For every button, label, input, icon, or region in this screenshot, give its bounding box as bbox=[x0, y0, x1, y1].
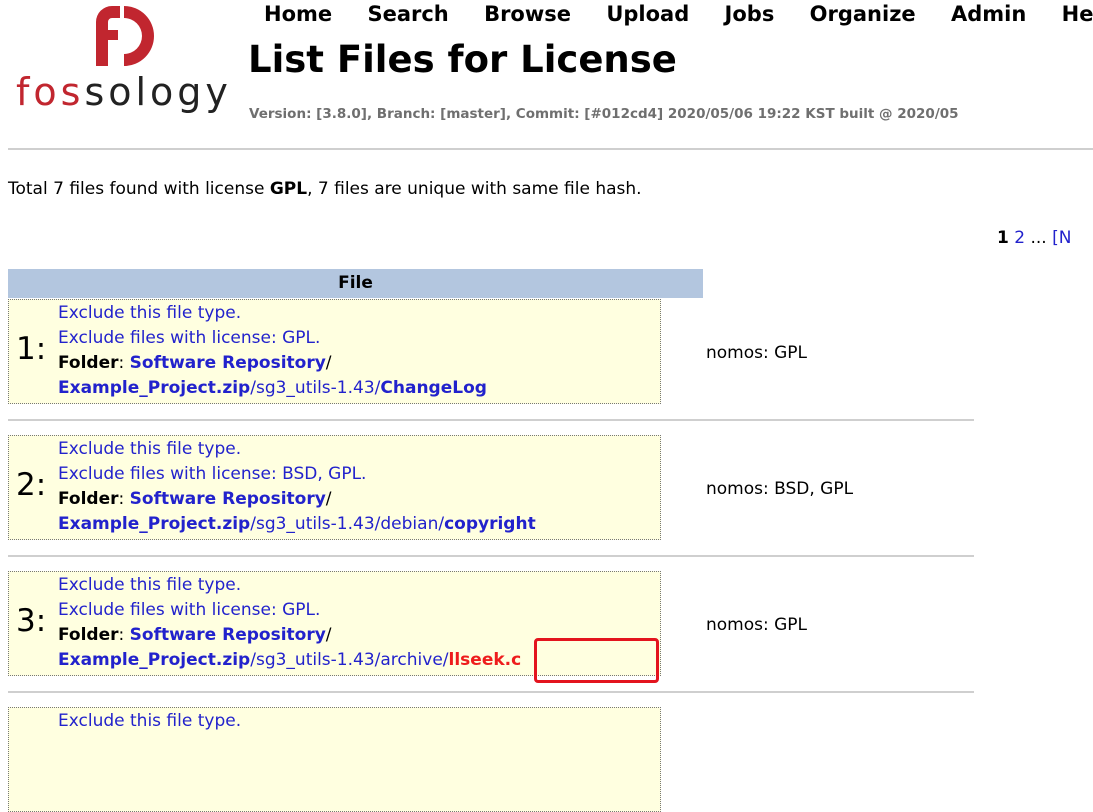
exclude-file-type-link[interactable]: Exclude this file type. bbox=[58, 439, 241, 459]
upload-name: Example_Project.zip bbox=[58, 378, 251, 398]
file-name: copyright bbox=[444, 514, 536, 534]
upload-link[interactable]: Example_Project.zip bbox=[58, 650, 250, 670]
pager-current: 1 bbox=[997, 228, 1009, 248]
summary-post: , 7 files are unique with same file hash… bbox=[307, 179, 642, 199]
exclude-file-type-link[interactable]: Exclude this file type. bbox=[58, 575, 241, 595]
exclude-file-type-link[interactable]: Exclude this file type. bbox=[58, 303, 241, 323]
nav-home[interactable]: Home bbox=[264, 2, 332, 26]
file-link[interactable]: llseek.c bbox=[449, 650, 522, 670]
nav-browse[interactable]: Browse bbox=[484, 2, 571, 26]
file-name: ChangeLog bbox=[380, 378, 487, 398]
folder-name: Software Repository bbox=[129, 625, 326, 645]
exclude-license-link[interactable]: Exclude files with license: BSD, GPL. bbox=[58, 464, 366, 484]
row-number: 2: bbox=[16, 467, 47, 503]
upload-link[interactable]: Example_Project.zip bbox=[58, 514, 250, 534]
file-info: Exclude this file type. Exclude files wi… bbox=[58, 301, 487, 401]
logo-wordmark-rest: sology bbox=[84, 70, 232, 114]
path-segment: /sg3_utils-1.43/archive/ bbox=[250, 650, 449, 670]
file-name: llseek.c bbox=[448, 650, 522, 670]
nav-upload[interactable]: Upload bbox=[606, 2, 689, 26]
license-findings: nomos: GPL bbox=[706, 343, 808, 363]
pager-next[interactable]: [N bbox=[1052, 228, 1071, 248]
license-findings: nomos: BSD, GPL bbox=[706, 479, 854, 499]
pager-ellipsis: ... bbox=[1025, 228, 1053, 248]
nav-admin[interactable]: Admin bbox=[951, 2, 1026, 26]
upload-name: Example_Project.zip bbox=[58, 650, 251, 670]
nav-help[interactable]: Hel bbox=[1062, 2, 1093, 26]
header-divider bbox=[8, 148, 1093, 150]
folder-colon: : bbox=[118, 353, 130, 373]
results-summary: Total 7 files found with license GPL, 7 … bbox=[8, 179, 642, 199]
upload-name: Example_Project.zip bbox=[58, 514, 251, 534]
row-number: 3: bbox=[16, 603, 47, 639]
path-slash: / bbox=[325, 353, 332, 373]
folder-label: Folder bbox=[58, 489, 119, 509]
file-link[interactable]: ChangeLog bbox=[380, 378, 487, 398]
logo-wordmark-accent: fos bbox=[16, 70, 85, 114]
folder-link[interactable]: Software Repository bbox=[130, 625, 326, 645]
upload-link[interactable]: Example_Project.zip bbox=[58, 378, 250, 398]
row-divider bbox=[8, 691, 974, 693]
license-findings: nomos: GPL bbox=[706, 615, 808, 635]
path-segment: /sg3_utils-1.43/debian/ bbox=[250, 514, 445, 534]
folder-name: Software Repository bbox=[129, 353, 326, 373]
folder-colon: : bbox=[118, 625, 130, 645]
pager-page-2[interactable]: 2 bbox=[1014, 228, 1025, 248]
version-info: Version: [3.8.0], Branch: [master], Comm… bbox=[249, 106, 959, 122]
file-info: Exclude this file type. bbox=[58, 709, 241, 734]
path-segment: /sg3_utils-1.43/ bbox=[250, 378, 381, 398]
folder-link[interactable]: Software Repository bbox=[130, 489, 326, 509]
row-divider bbox=[8, 419, 974, 421]
folder-name: Software Repository bbox=[129, 489, 326, 509]
page-title: List Files for License bbox=[248, 38, 677, 81]
file-info: Exclude this file type. Exclude files wi… bbox=[58, 573, 521, 673]
path-slash: / bbox=[325, 625, 332, 645]
path-slash: / bbox=[325, 489, 332, 509]
file-link[interactable]: copyright bbox=[444, 514, 536, 534]
folder-link[interactable]: Software Repository bbox=[130, 353, 326, 373]
folder-label: Folder bbox=[58, 625, 119, 645]
fossology-logo-icon bbox=[96, 6, 154, 66]
nav-organize[interactable]: Organize bbox=[810, 2, 916, 26]
folder-colon: : bbox=[118, 489, 130, 509]
highlight-annotation bbox=[534, 638, 659, 683]
summary-license: GPL bbox=[269, 179, 308, 199]
exclude-license-link[interactable]: Exclude files with license: GPL. bbox=[58, 600, 320, 620]
logo-wordmark: fossology bbox=[16, 72, 232, 112]
nav-jobs[interactable]: Jobs bbox=[725, 2, 775, 26]
exclude-license-link[interactable]: Exclude files with license: GPL. bbox=[58, 328, 320, 348]
exclude-file-type-link[interactable]: Exclude this file type. bbox=[58, 711, 241, 731]
pagination: 1 2 ... [N bbox=[997, 228, 1071, 248]
row-number: 1: bbox=[16, 331, 47, 367]
file-info: Exclude this file type. Exclude files wi… bbox=[58, 437, 536, 537]
nav-search[interactable]: Search bbox=[367, 2, 448, 26]
fossology-logo[interactable]: fossology bbox=[14, 4, 234, 116]
row-divider bbox=[8, 555, 974, 557]
file-column-header: File bbox=[8, 269, 703, 298]
main-nav: Home Search Browse Upload Jobs Organize … bbox=[264, 2, 1093, 26]
summary-pre: Total 7 files found with license bbox=[8, 179, 270, 199]
folder-label: Folder bbox=[58, 353, 119, 373]
